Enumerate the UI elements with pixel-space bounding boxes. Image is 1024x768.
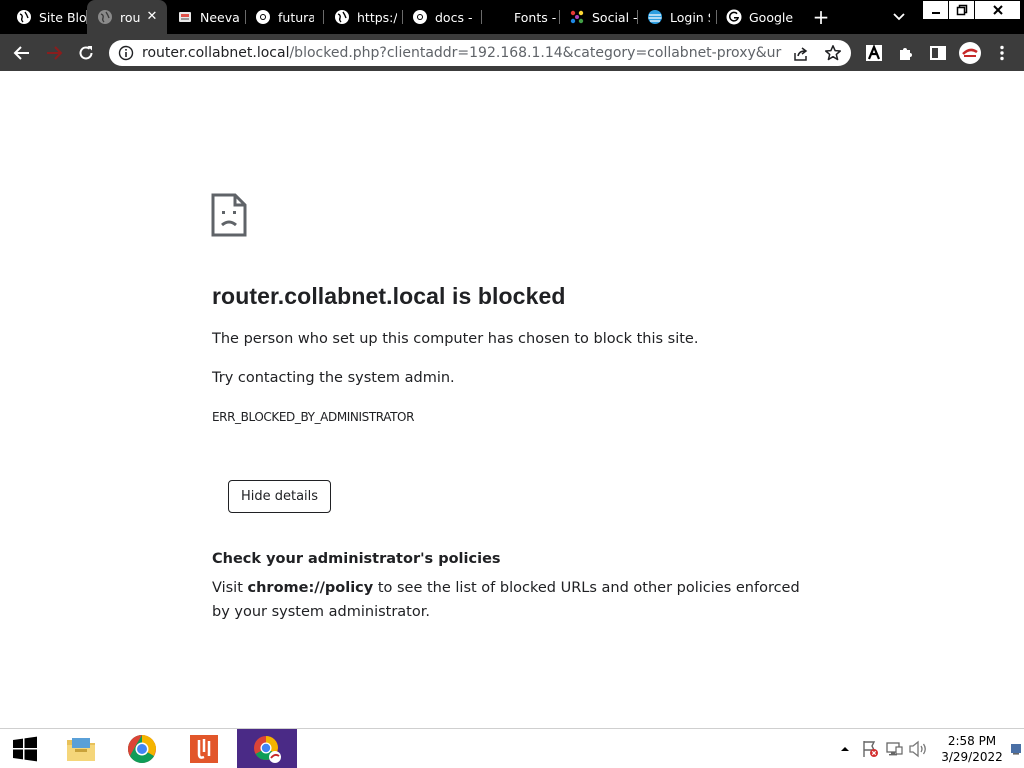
taskbar-clock[interactable]: 2:58 PM 3/29/2022	[936, 733, 1008, 765]
tab-neeva[interactable]: Neeva	[167, 0, 245, 34]
forward-button[interactable]	[40, 39, 68, 67]
arrow-right-icon	[47, 46, 63, 60]
new-tab-button[interactable]: +	[809, 6, 833, 28]
policy-link[interactable]: chrome://policy	[248, 580, 374, 596]
tab-https[interactable]: https://	[324, 0, 402, 34]
chrome-active-window-icon[interactable]	[237, 729, 297, 768]
chrome-icon	[412, 9, 428, 25]
tab-title: rou	[120, 9, 141, 25]
share-icon[interactable]	[792, 45, 810, 63]
show-desktop-icon[interactable]	[1010, 729, 1022, 768]
clock-time: 2:58 PM	[947, 734, 997, 748]
network-icon[interactable]	[884, 729, 904, 768]
tab-title: Login S	[670, 9, 710, 25]
side-panel-icon[interactable]	[924, 39, 952, 67]
blocked-explanation: The person who set up this computer has …	[212, 331, 699, 347]
chrome-taskbar-icon[interactable]	[113, 729, 171, 768]
tab-strip: Site Blo rou ✕ Neeva futura f https:// d…	[0, 0, 1024, 34]
close-tab-icon[interactable]: ✕	[144, 9, 160, 25]
tab-title: Fonts -	[514, 9, 557, 25]
office-app-icon[interactable]	[175, 729, 233, 768]
tab-title: Google	[749, 9, 794, 25]
close-window-button[interactable]	[974, 0, 1021, 20]
tab-login[interactable]: Login S	[637, 0, 715, 34]
system-tray	[838, 729, 852, 768]
reload-icon	[79, 46, 93, 60]
extension-a-icon[interactable]	[860, 39, 888, 67]
reload-button[interactable]	[72, 39, 100, 67]
tab-search-chevron-icon[interactable]	[888, 8, 910, 26]
puzzle-extensions-icon[interactable]	[892, 39, 920, 67]
arrow-left-icon	[13, 46, 29, 60]
action-center-flag-icon[interactable]	[860, 729, 880, 768]
policy-heading: Check your administrator's policies	[212, 551, 501, 567]
google-icon	[726, 9, 742, 25]
page-content: router.collabnet.local is blocked The pe…	[0, 71, 1024, 728]
tab-title: https://	[357, 9, 397, 25]
globe-icon	[334, 9, 350, 25]
social-icon	[569, 9, 585, 25]
contact-admin-text: Try contacting the system admin.	[212, 370, 455, 386]
minimize-button[interactable]	[922, 0, 949, 20]
address-bar[interactable]: router.collabnet.local/blocked.php?clien…	[109, 40, 851, 66]
tab-title: Social -	[592, 9, 637, 25]
hide-details-button[interactable]: Hide details	[228, 480, 331, 513]
tab-title: Site Blo	[39, 9, 86, 25]
tab-router-active[interactable]: rou ✕	[87, 0, 167, 34]
globe-icon	[16, 9, 32, 25]
windows-logo-icon	[13, 736, 37, 762]
start-button[interactable]	[0, 729, 50, 768]
att-icon	[647, 9, 663, 25]
policy-prefix: Visit	[212, 580, 248, 596]
chrome-icon	[255, 9, 271, 25]
tab-title: docs - \	[435, 9, 475, 25]
info-icon[interactable]	[118, 45, 134, 61]
tab-docs[interactable]: docs - \	[402, 0, 480, 34]
tab-title: Neeva	[200, 9, 240, 25]
globe-icon	[97, 9, 113, 25]
error-code: ERR_BLOCKED_BY_ADMINISTRATOR	[212, 410, 415, 424]
blocked-page-icon	[211, 193, 247, 237]
back-button[interactable]	[8, 39, 36, 67]
restore-button[interactable]	[948, 0, 975, 20]
page-title: router.collabnet.local is blocked	[212, 283, 566, 309]
windows-taskbar: 2:58 PM 3/29/2022	[0, 728, 1024, 768]
neeva-icon	[177, 9, 193, 25]
url-text[interactable]: router.collabnet.local/blocked.php?clien…	[142, 40, 782, 66]
bookmark-star-icon[interactable]	[824, 44, 842, 62]
clock-date: 3/29/2022	[941, 750, 1003, 764]
policy-description: Visit chrome://policy to see the list of…	[212, 576, 822, 624]
tab-futura[interactable]: futura f	[245, 0, 323, 34]
url-path: /blocked.php?clientaddr=192.168.1.14&cat…	[289, 45, 782, 61]
tab-title: futura f	[278, 9, 314, 25]
url-host: router.collabnet.local	[142, 45, 290, 61]
tab-fonts[interactable]: Fonts -	[481, 0, 559, 34]
show-hidden-icons-caret-icon[interactable]	[838, 742, 852, 756]
tab-social[interactable]: Social -	[559, 0, 637, 34]
fonts-icon	[491, 9, 507, 25]
profile-avatar[interactable]	[956, 39, 984, 67]
tab-google[interactable]: Google	[716, 0, 794, 34]
tab-site-blocker[interactable]: Site Blo	[6, 0, 86, 34]
volume-icon[interactable]	[908, 729, 928, 768]
kebab-menu-icon[interactable]	[988, 39, 1016, 67]
file-explorer-icon[interactable]	[52, 729, 110, 768]
